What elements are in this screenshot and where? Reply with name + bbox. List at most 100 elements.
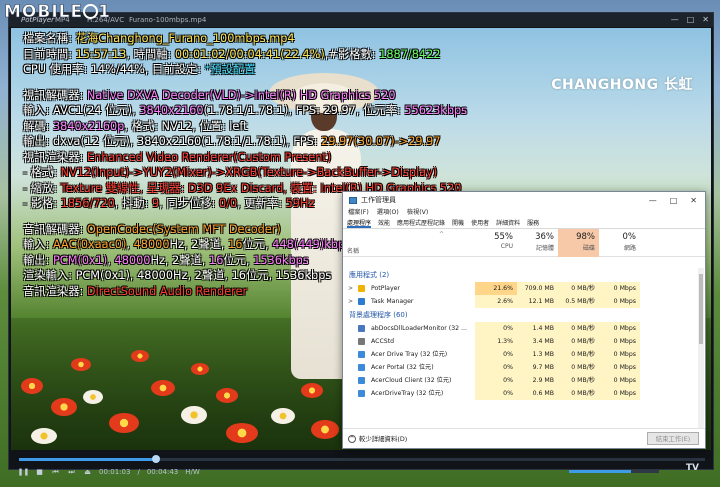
- osd-audio-kbps: 448(449)kbps: [272, 238, 351, 251]
- flower: [51, 398, 77, 416]
- close-icon[interactable]: ✕: [702, 13, 709, 27]
- osd-label: Hz, 2聲道,: [169, 238, 229, 251]
- tab-users[interactable]: 使用者: [471, 218, 489, 228]
- fewer-details-label: 較少詳細資料(D): [359, 435, 408, 443]
- menu-view[interactable]: 檢視(V): [407, 208, 428, 218]
- volume-slider[interactable]: [569, 470, 659, 473]
- tab-details[interactable]: 詳細資料: [496, 218, 520, 228]
- column-cpu[interactable]: 55% CPU: [475, 229, 517, 257]
- pause-icon[interactable]: ❚❚: [18, 468, 30, 477]
- fewer-details-button[interactable]: ^ 較少詳細資料(D): [348, 434, 407, 443]
- flower: [181, 406, 207, 424]
- cell-memory: 2.9 MB: [517, 374, 558, 387]
- cell-disk: 0 MB/秒: [558, 374, 599, 387]
- menu-file[interactable]: 檔案(F): [348, 208, 369, 218]
- osd-label: 音訊渲染器:: [23, 284, 87, 298]
- cell-cpu: 0%: [475, 387, 517, 400]
- column-network[interactable]: 0% 網路: [599, 229, 640, 257]
- maximize-icon[interactable]: □: [687, 13, 695, 27]
- table-row[interactable]: Acer Drive Tray (32 位元) 0% 1.3 MB 0 MB/秒…: [343, 348, 705, 361]
- osd-video-decoder: Native DXVA Decoder(VLD)->Intel(R) HD Gr…: [86, 88, 396, 102]
- process-list: 應用程式 (2) > PotPlayer 21.6% 709.0 MB 0 MB…: [343, 268, 705, 428]
- chevron-right-icon[interactable]: >: [348, 282, 353, 295]
- table-row[interactable]: Acer Portal (32 位元) 0% 9.7 MB 0 MB/秒 0 M…: [343, 361, 705, 374]
- osd-refresh-rate: 59Hz: [285, 197, 315, 210]
- task-manager-app-icon: [358, 298, 365, 305]
- table-row[interactable]: > Task Manager 2.6% 12.1 MB 0.5 MB/秒 0 M…: [343, 295, 705, 308]
- player-titlebar[interactable]: PotPlayer MP4 H.264/AVC Furano-100mbps.m…: [9, 13, 713, 27]
- seek-thumb[interactable]: [152, 455, 161, 463]
- cell-memory: 12.1 MB: [517, 295, 558, 308]
- osd-row-file: 檔案名稱: 花海Changhong_Furano_100mbps.mp4: [23, 31, 467, 47]
- minimize-icon[interactable]: —: [671, 13, 679, 27]
- flower: [31, 428, 57, 444]
- flower: [311, 420, 339, 439]
- tab-services[interactable]: 服務: [527, 218, 539, 228]
- prev-icon[interactable]: ⏮: [51, 468, 60, 477]
- tab-performance[interactable]: 效能: [378, 218, 390, 228]
- cell-disk: 0 MB/秒: [558, 348, 599, 361]
- table-row[interactable]: abDocsDllLoaderMonitor (32 ... 0% 1.4 MB…: [343, 322, 705, 335]
- osd-label: - 格式:: [23, 166, 61, 179]
- column-memory[interactable]: 36% 記憶體: [517, 229, 558, 257]
- menu-options[interactable]: 選項(O): [377, 208, 399, 218]
- group-background[interactable]: 背景處理程序 (60): [343, 308, 705, 322]
- flower: [226, 423, 258, 443]
- next-icon[interactable]: ⏭: [67, 468, 76, 477]
- osd-label: , 更新率:: [237, 197, 286, 210]
- eject-icon[interactable]: ⏏: [83, 468, 92, 477]
- cell-disk: 0 MB/秒: [558, 387, 599, 400]
- osd-label: 位元,: [223, 253, 254, 267]
- task-manager-titlebar[interactable]: 工作管理員 — □ ✕: [343, 192, 705, 208]
- osd-label: ,: [126, 238, 134, 251]
- cell-memory: 1.4 MB: [517, 322, 558, 335]
- tab-startup[interactable]: 開機: [452, 218, 464, 228]
- tab-processes[interactable]: 處理程序: [347, 218, 372, 228]
- tab-app-history[interactable]: 應用程式歷程記錄: [397, 218, 445, 228]
- table-row[interactable]: AcerDriveTray (32 位元) 0% 0.6 MB 0 MB/秒 0…: [343, 387, 705, 400]
- close-icon[interactable]: ✕: [690, 196, 697, 205]
- process-name: Acer Portal (32 位元): [371, 364, 434, 371]
- seek-bar[interactable]: [19, 455, 705, 463]
- osd-output-fps: 29.97(30.07)->29.97: [321, 135, 441, 148]
- osd-audio-out-bits: 16: [209, 253, 224, 267]
- table-row[interactable]: > PotPlayer 21.6% 709.0 MB 0 MB/秒 0 Mbps: [343, 282, 705, 295]
- minimize-icon[interactable]: —: [649, 196, 657, 205]
- app-icon: [358, 325, 365, 332]
- scrollbar-thumb[interactable]: [699, 274, 703, 344]
- potplayer-icon: [358, 285, 365, 292]
- osd-label: , 時間軸:: [126, 47, 175, 61]
- task-manager-window: 工作管理員 — □ ✕ 檔案(F) 選項(O) 檢視(V) 處理程序 效能 應用…: [342, 191, 706, 449]
- task-manager-tabs: 處理程序 效能 應用程式歷程記錄 開機 使用者 詳細資料 服務: [343, 218, 705, 229]
- osd-format-chain: NV12(Input)->YUY2(Mixer)->XRGB(Texture->…: [60, 166, 438, 179]
- cell-disk: 0 MB/秒: [558, 322, 599, 335]
- duration-time: 00:04:43: [146, 468, 179, 476]
- table-row[interactable]: AcerCloud Client (32 位元) 0% 2.9 MB 0 MB/…: [343, 374, 705, 387]
- end-task-button[interactable]: 結束工作(E): [647, 432, 699, 445]
- column-disk[interactable]: 98% 磁碟: [558, 229, 599, 257]
- hw-codec-badge[interactable]: H/W: [185, 468, 200, 476]
- osd-label: 音訊解碼器:: [23, 222, 87, 236]
- group-apps[interactable]: 應用程式 (2): [343, 268, 705, 282]
- osd-label: Hz, 2聲道,: [150, 253, 210, 267]
- task-manager-icon: [349, 196, 357, 204]
- table-row[interactable]: ACCStd 1.3% 3.4 MB 0 MB/秒 0 Mbps: [343, 335, 705, 348]
- osd-file-name: 花海Changhong_Furano_100mbps.mp4: [75, 32, 295, 45]
- cell-network: 0 Mbps: [599, 348, 640, 361]
- osd-row-input: 輸入: AVC1(24 位元), 3840x2160(1.78:1/1.78:1…: [23, 103, 467, 119]
- cpu-percent: 55%: [494, 232, 513, 242]
- osd-row-time: 目前時間: 15:57:13, 時間軸: 00:01:02/00:04:41(2…: [23, 47, 467, 63]
- stop-icon[interactable]: ■: [35, 468, 44, 477]
- maximize-icon[interactable]: □: [670, 196, 678, 205]
- osd-scale-mode: Texture 雙線性: [60, 181, 140, 195]
- app-icon: [358, 390, 365, 397]
- column-name[interactable]: 名稱: [347, 246, 359, 255]
- chevron-right-icon[interactable]: >: [348, 295, 353, 308]
- osd-audio-out-rate: 48000: [114, 253, 151, 267]
- cell-cpu: 0%: [475, 374, 517, 387]
- process-name: PotPlayer: [371, 285, 400, 292]
- process-list-scrollbar[interactable]: [698, 268, 704, 428]
- osd-current-time: 15:57:13: [75, 47, 127, 61]
- tv-badge[interactable]: TV: [686, 463, 699, 473]
- flower: [71, 358, 91, 371]
